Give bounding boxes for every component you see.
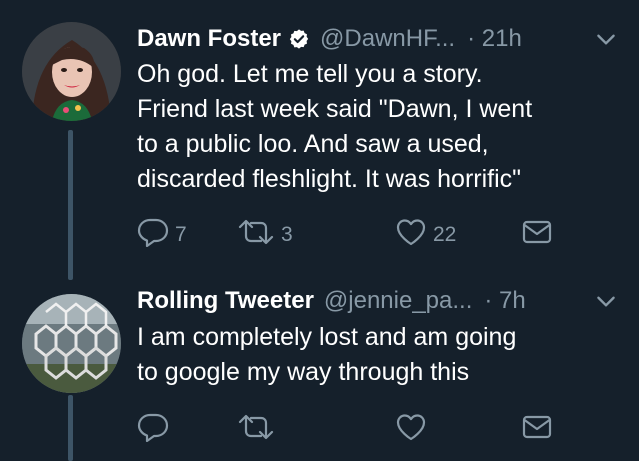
reply-count: 7	[175, 223, 187, 246]
like-count: 22	[433, 223, 457, 246]
display-name[interactable]: Dawn Foster	[137, 25, 281, 53]
direct-message-icon	[521, 218, 553, 252]
tweet-text: Oh god. Let me tell you a story. Friend …	[137, 60, 533, 193]
avatar[interactable]	[22, 22, 121, 121]
retweet-button[interactable]	[237, 413, 281, 447]
chevron-down-icon[interactable]	[593, 288, 619, 314]
tweet-header: Dawn Foster @DawnHF... · 21h	[137, 22, 619, 56]
retweet-count: 3	[281, 223, 293, 246]
username-handle[interactable]: @DawnHF...	[320, 25, 455, 53]
avatar[interactable]	[22, 294, 121, 393]
thread-line	[68, 395, 73, 461]
timestamp[interactable]: · 7h	[484, 287, 525, 315]
reply-button[interactable]: 7	[137, 218, 187, 252]
like-icon	[395, 412, 427, 448]
reply-icon	[137, 217, 169, 253]
username-handle[interactable]: @jennie_pa...	[324, 287, 472, 315]
tweet-header: Rolling Tweeter @jennie_pa... · 7h	[137, 284, 619, 318]
like-icon	[395, 217, 427, 253]
retweet-button[interactable]: 3	[237, 218, 293, 252]
reply-icon	[137, 412, 169, 448]
retweet-icon	[237, 217, 275, 253]
reply-button[interactable]	[137, 413, 175, 447]
tweet[interactable]: Dawn Foster @DawnHF... · 21h Oh god. Let…	[0, 0, 639, 283]
direct-message-button[interactable]	[521, 413, 553, 447]
thread-line	[68, 130, 73, 280]
tweet-text: I am completely lost and am going to goo…	[137, 323, 517, 386]
timestamp[interactable]: · 21h	[467, 25, 522, 53]
chevron-down-icon[interactable]	[593, 26, 619, 52]
like-button[interactable]: 22	[395, 218, 456, 252]
verified-badge-icon	[288, 28, 310, 50]
tweet[interactable]: Rolling Tweeter @jennie_pa... · 7h I am …	[0, 283, 639, 461]
retweet-icon	[237, 412, 275, 448]
display-name[interactable]: Rolling Tweeter	[137, 287, 314, 315]
direct-message-button[interactable]	[521, 218, 553, 252]
direct-message-icon	[521, 413, 553, 447]
like-button[interactable]	[395, 413, 433, 447]
